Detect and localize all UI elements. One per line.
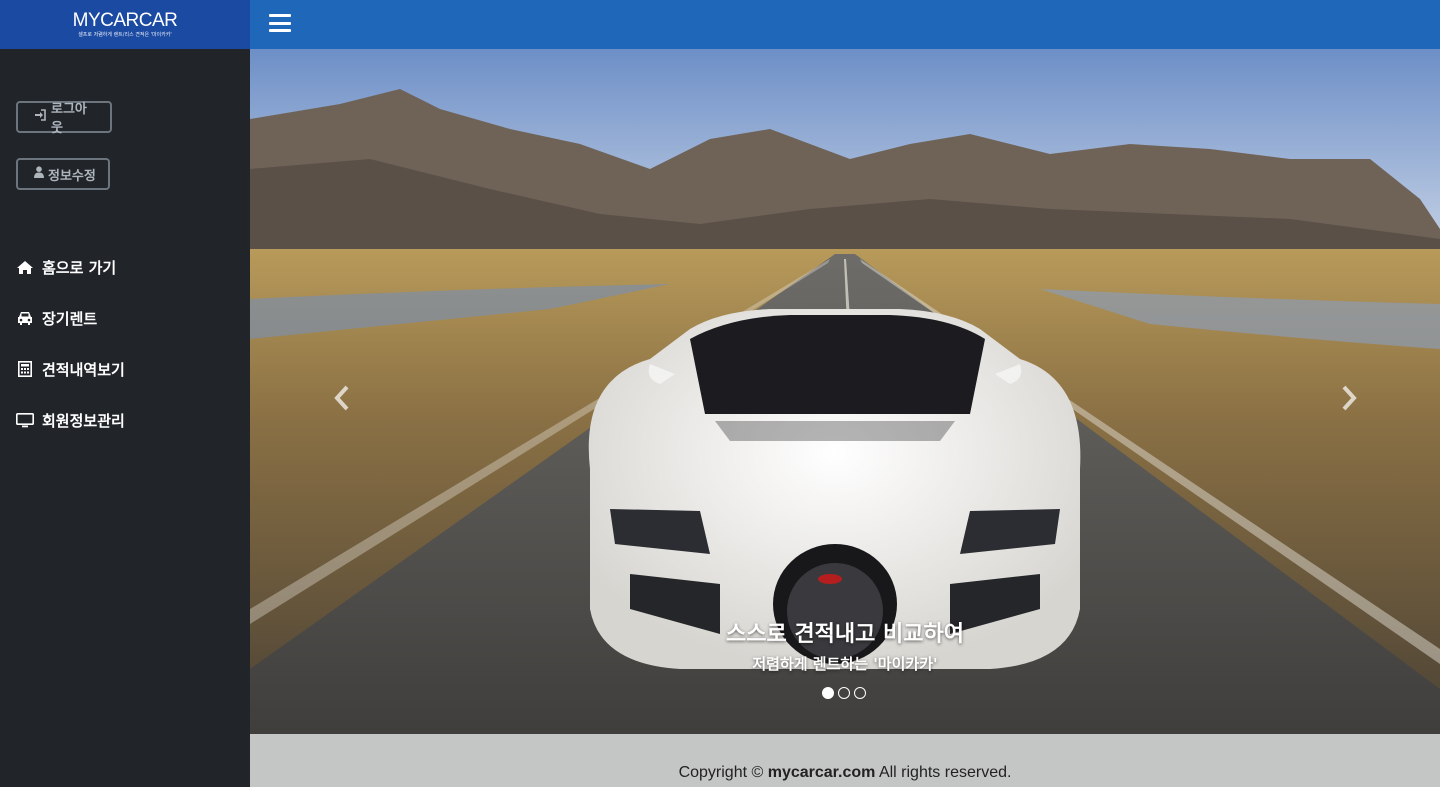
copyright-domain-link[interactable]: mycarcar.com <box>768 764 876 781</box>
nav-item-label: 견적내역보기 <box>42 360 125 379</box>
carousel-next-icon[interactable] <box>1333 383 1363 413</box>
nav-item-label: 회원정보관리 <box>42 411 125 430</box>
brand-logo[interactable]: MYCARCAR 셀프로 저렴하게 렌트/리스 견적은 '마이카카' <box>0 0 250 49</box>
car-icon <box>16 311 34 325</box>
nav-item-label: 홈으로 가기 <box>42 258 117 277</box>
nav-item-quote-history[interactable]: 견적내역보기 <box>16 358 125 380</box>
edit-profile-button[interactable]: 정보수정 <box>16 158 110 190</box>
footer: Copyright © mycarcar.com All rights rese… <box>250 734 1440 787</box>
copyright-suffix: All rights reserved. <box>878 764 1012 781</box>
top-navbar <box>250 0 1440 49</box>
copyright-prefix: Copyright © <box>678 764 764 781</box>
logout-label: 로그아웃 <box>51 102 87 136</box>
carousel-indicator[interactable] <box>838 687 850 699</box>
nav-item-label: 장기렌트 <box>42 309 98 328</box>
sign-out-icon <box>34 109 47 125</box>
sidebar: MYCARCAR 셀프로 저렴하게 렌트/리스 견적은 '마이카카' 로그아웃 … <box>0 0 250 787</box>
nav-item-home[interactable]: 홈으로 가기 <box>16 256 116 278</box>
nav-item-long-term-rent[interactable]: 장기렌트 <box>16 307 97 329</box>
carousel-caption-subtitle: 저렴하게 렌트하는 '마이카카' <box>752 655 938 673</box>
carousel-caption-title: 스스로 견적내고 비교하여 <box>726 622 964 647</box>
calculator-icon <box>16 361 34 377</box>
carousel-indicator[interactable] <box>854 687 866 699</box>
brand-logo-text: MYCARCAR <box>72 9 178 31</box>
edit-profile-label: 정보수정 <box>48 168 96 184</box>
nav-item-member-info[interactable]: 회원정보관리 <box>16 409 125 431</box>
desktop-icon <box>16 412 34 428</box>
carousel-indicators <box>822 687 866 699</box>
user-icon <box>34 166 44 182</box>
logout-button[interactable]: 로그아웃 <box>16 101 112 136</box>
copyright-text: Copyright © mycarcar.com All rights rese… <box>250 764 1440 782</box>
brand-tagline: 셀프로 저렴하게 렌트/리스 견적은 '마이카카' <box>78 31 172 38</box>
carousel-prev-icon[interactable] <box>328 383 358 413</box>
carousel-indicator[interactable] <box>822 687 834 699</box>
menu-toggle-icon[interactable] <box>269 14 291 32</box>
hero-carousel: 스스로 견적내고 비교하여 저렴하게 렌트하는 '마이카카' <box>250 49 1440 734</box>
home-icon <box>16 260 34 274</box>
